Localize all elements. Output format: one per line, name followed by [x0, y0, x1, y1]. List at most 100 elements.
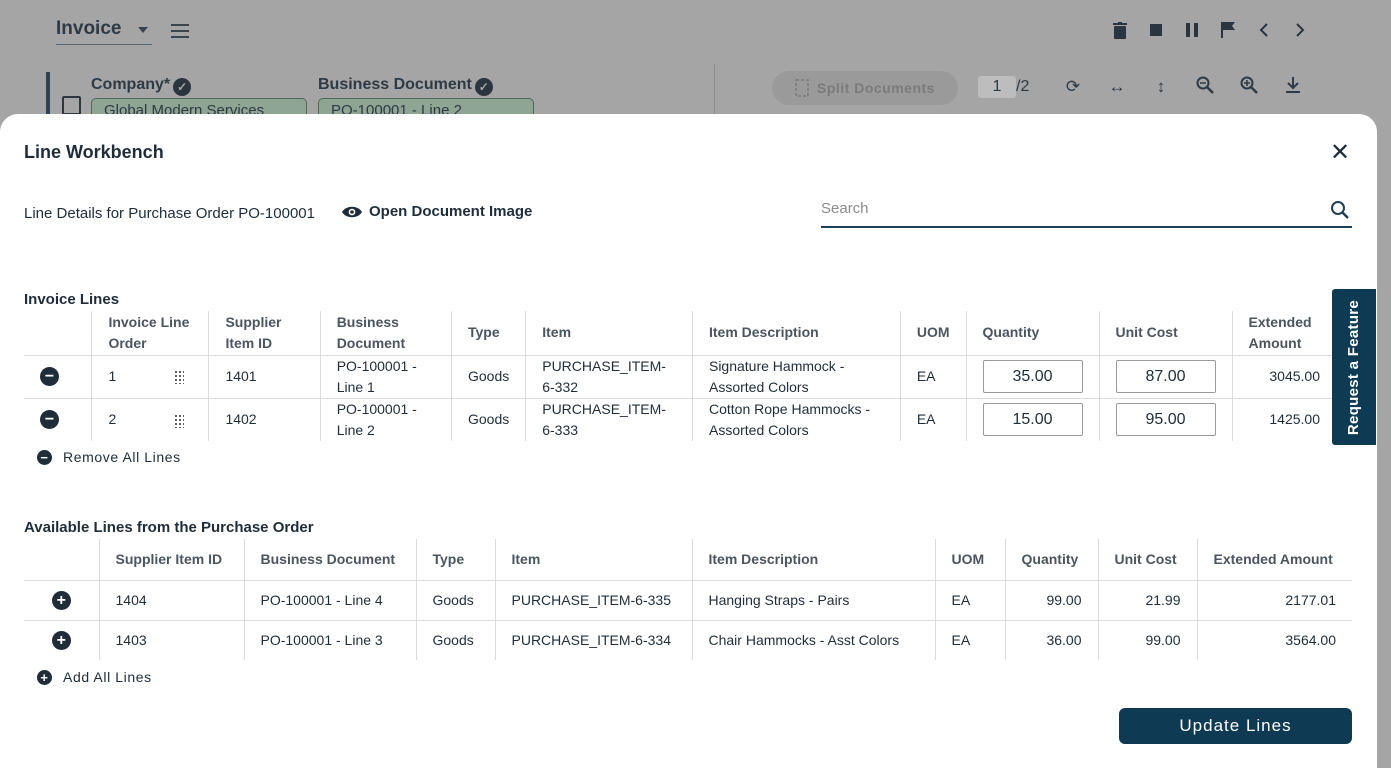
col-business-document[interactable]: Business Document	[319, 311, 452, 356]
col-type[interactable]: Type	[450, 311, 526, 356]
uom-cell: EA	[934, 620, 1005, 660]
item-cell: PURCHASE_ITEM-6-334	[494, 620, 692, 660]
extended-amount-cell: 3045.00	[1231, 355, 1336, 399]
supplier-id-cell: 1404	[98, 580, 244, 621]
add-all-icon: +	[37, 669, 52, 685]
col-item[interactable]: Item	[494, 539, 692, 581]
business-document-cell: PO-100001 - Line 1	[319, 355, 452, 399]
uom-cell: EA	[899, 398, 967, 441]
drag-handle-icon[interactable]	[174, 370, 185, 385]
item-description-cell: Cotton Rope Hammocks - Assorted Colors	[691, 398, 901, 441]
col-quantity[interactable]: Quantity	[965, 311, 1100, 356]
remove-all-lines-button[interactable]: − Remove All Lines	[37, 449, 181, 465]
chevron-right-icon[interactable]	[1290, 20, 1310, 40]
drag-handle-icon[interactable]	[174, 413, 185, 428]
company-label: Company* ✓	[91, 76, 192, 96]
chevron-left-icon[interactable]	[1254, 20, 1274, 40]
page-number-input[interactable]: 1	[978, 76, 1016, 98]
line-order-cell: 1	[91, 355, 209, 399]
col-item-description[interactable]: Item Description	[691, 539, 935, 581]
col-unit-cost[interactable]: Unit Cost	[1097, 539, 1197, 581]
close-icon[interactable]: ✕	[1328, 141, 1352, 166]
stop-icon[interactable]	[1146, 20, 1166, 40]
invoice-lines-title: Invoice Lines	[24, 291, 120, 308]
item-description-cell: Hanging Straps - Pairs	[691, 580, 935, 621]
unit-cost-cell: 99.00	[1097, 620, 1197, 660]
quantity-input[interactable]	[982, 403, 1083, 437]
item-cell: PURCHASE_ITEM-6-335	[494, 580, 692, 621]
extended-amount-cell: 1425.00	[1231, 398, 1336, 441]
col-type[interactable]: Type	[415, 539, 495, 581]
col-supplier-item-id[interactable]: Supplier Item ID	[208, 311, 321, 356]
trash-icon[interactable]	[1110, 20, 1130, 40]
quantity-cell: 99.00	[1004, 580, 1098, 621]
col-uom[interactable]: UOM	[934, 539, 1005, 581]
col-quantity[interactable]: Quantity	[1004, 539, 1098, 581]
type-cell: Goods	[415, 580, 495, 621]
toolbar	[1110, 20, 1310, 40]
col-uom[interactable]: UOM	[899, 311, 967, 356]
line-details-subtitle: Line Details for Purchase Order PO-10000…	[24, 205, 315, 222]
fit-height-icon[interactable]: ↕	[1150, 76, 1172, 98]
line-order-cell: 2	[91, 398, 209, 441]
remove-line-icon[interactable]: −	[40, 367, 59, 386]
modal-title: Line Workbench	[24, 142, 164, 162]
available-lines-title: Available Lines from the Purchase Order	[24, 519, 314, 536]
pause-icon[interactable]	[1182, 20, 1202, 40]
open-document-image-link[interactable]: Open Document Image	[341, 203, 532, 220]
remove-all-icon: −	[37, 449, 52, 465]
col-action	[24, 539, 99, 581]
item-description-cell: Signature Hammock - Assorted Colors	[691, 355, 901, 399]
flag-icon[interactable]	[1218, 20, 1238, 40]
quantity-input[interactable]	[982, 360, 1083, 393]
check-circle-icon: ✓	[474, 78, 493, 96]
unit-cost-input[interactable]	[1115, 403, 1216, 437]
supplier-id-cell: 1401	[208, 355, 321, 399]
add-all-lines-button[interactable]: + Add All Lines	[37, 669, 152, 685]
unit-cost-input[interactable]	[1115, 360, 1216, 393]
business-document-cell: PO-100001 - Line 4	[243, 580, 416, 621]
available-lines-table: Supplier Item ID Business Document Type …	[24, 539, 1352, 660]
col-item[interactable]: Item	[525, 311, 693, 356]
check-circle-icon: ✓	[173, 78, 192, 96]
add-line-icon[interactable]: +	[51, 630, 71, 650]
col-business-document[interactable]: Business Document	[243, 539, 416, 581]
col-extended-amount[interactable]: Extended Amount	[1196, 539, 1352, 581]
type-cell: Goods	[450, 355, 526, 399]
download-icon[interactable]	[1282, 76, 1304, 98]
rotate-icon[interactable]: ⟳	[1062, 76, 1084, 98]
table-row: − 1 1401 PO-100001 - Line 1 Goods PURCHA…	[24, 355, 1336, 399]
col-extended-amount[interactable]: Extended Amount	[1231, 311, 1336, 356]
fit-width-icon[interactable]: ↔	[1106, 76, 1128, 98]
table-row: − 2 1402 PO-100001 - Line 2 Goods PURCHA…	[24, 398, 1336, 441]
table-row: + 1403 PO-100001 - Line 3 Goods PURCHASE…	[24, 620, 1352, 660]
search-icon[interactable]	[1330, 200, 1350, 220]
update-lines-button[interactable]: Update Lines	[1119, 708, 1352, 744]
unit-cost-cell: 21.99	[1097, 580, 1197, 621]
search-field	[821, 196, 1352, 228]
zoom-in-icon[interactable]	[1238, 76, 1260, 98]
zoom-out-icon[interactable]	[1194, 76, 1216, 98]
type-cell: Goods	[450, 398, 526, 441]
menu-icon[interactable]	[171, 24, 189, 42]
request-feature-tab[interactable]: Request a Feature	[1332, 289, 1376, 445]
uom-cell: EA	[934, 580, 1005, 621]
line-workbench-modal: Line Workbench ✕ Line Details for Purcha…	[0, 114, 1377, 768]
col-unit-cost[interactable]: Unit Cost	[1098, 311, 1233, 356]
split-document-icon	[795, 79, 809, 97]
split-documents-button[interactable]: Split Documents	[772, 71, 958, 105]
invoice-lines-table: Invoice Line Order Supplier Item ID Busi…	[24, 311, 1336, 441]
eye-icon	[342, 206, 362, 217]
select-checkbox[interactable]	[62, 96, 81, 115]
active-indicator	[46, 72, 50, 116]
col-invoice-line-order[interactable]: Invoice Line Order	[91, 311, 209, 356]
search-input[interactable]	[821, 196, 1311, 221]
col-item-description[interactable]: Item Description	[691, 311, 901, 356]
page-indicator: 1/2	[978, 76, 1029, 98]
extended-amount-cell: 3564.00	[1196, 620, 1352, 660]
col-supplier-item-id[interactable]: Supplier Item ID	[98, 539, 244, 581]
remove-line-icon[interactable]: −	[40, 410, 59, 430]
item-cell: PURCHASE_ITEM-6-333	[525, 398, 693, 441]
add-line-icon[interactable]: +	[51, 590, 71, 610]
item-cell: PURCHASE_ITEM-6-332	[525, 355, 693, 399]
